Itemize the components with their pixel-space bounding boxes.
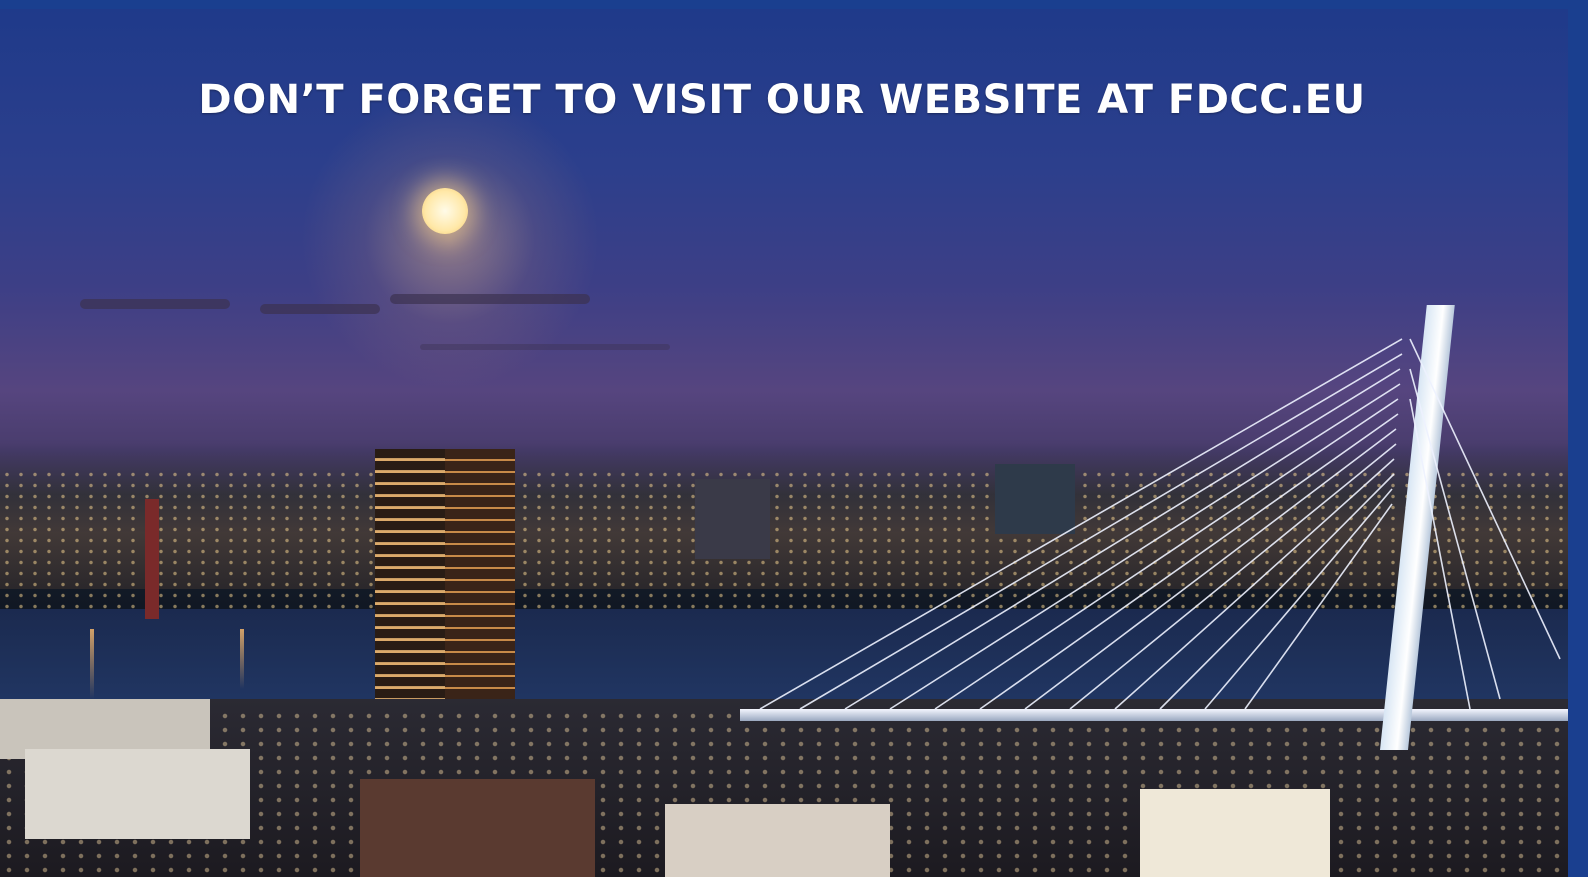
headline: DON’T FORGET TO VISIT OUR WEBSITE AT FDC… [198, 77, 1366, 123]
city-night-photo: DON’T FORGET TO VISIT OUR WEBSITE AT FDC… [0, 9, 1568, 877]
banner-frame: DON’T FORGET TO VISIT OUR WEBSITE AT FDC… [0, 0, 1588, 877]
bridge-cables [759, 338, 1561, 710]
